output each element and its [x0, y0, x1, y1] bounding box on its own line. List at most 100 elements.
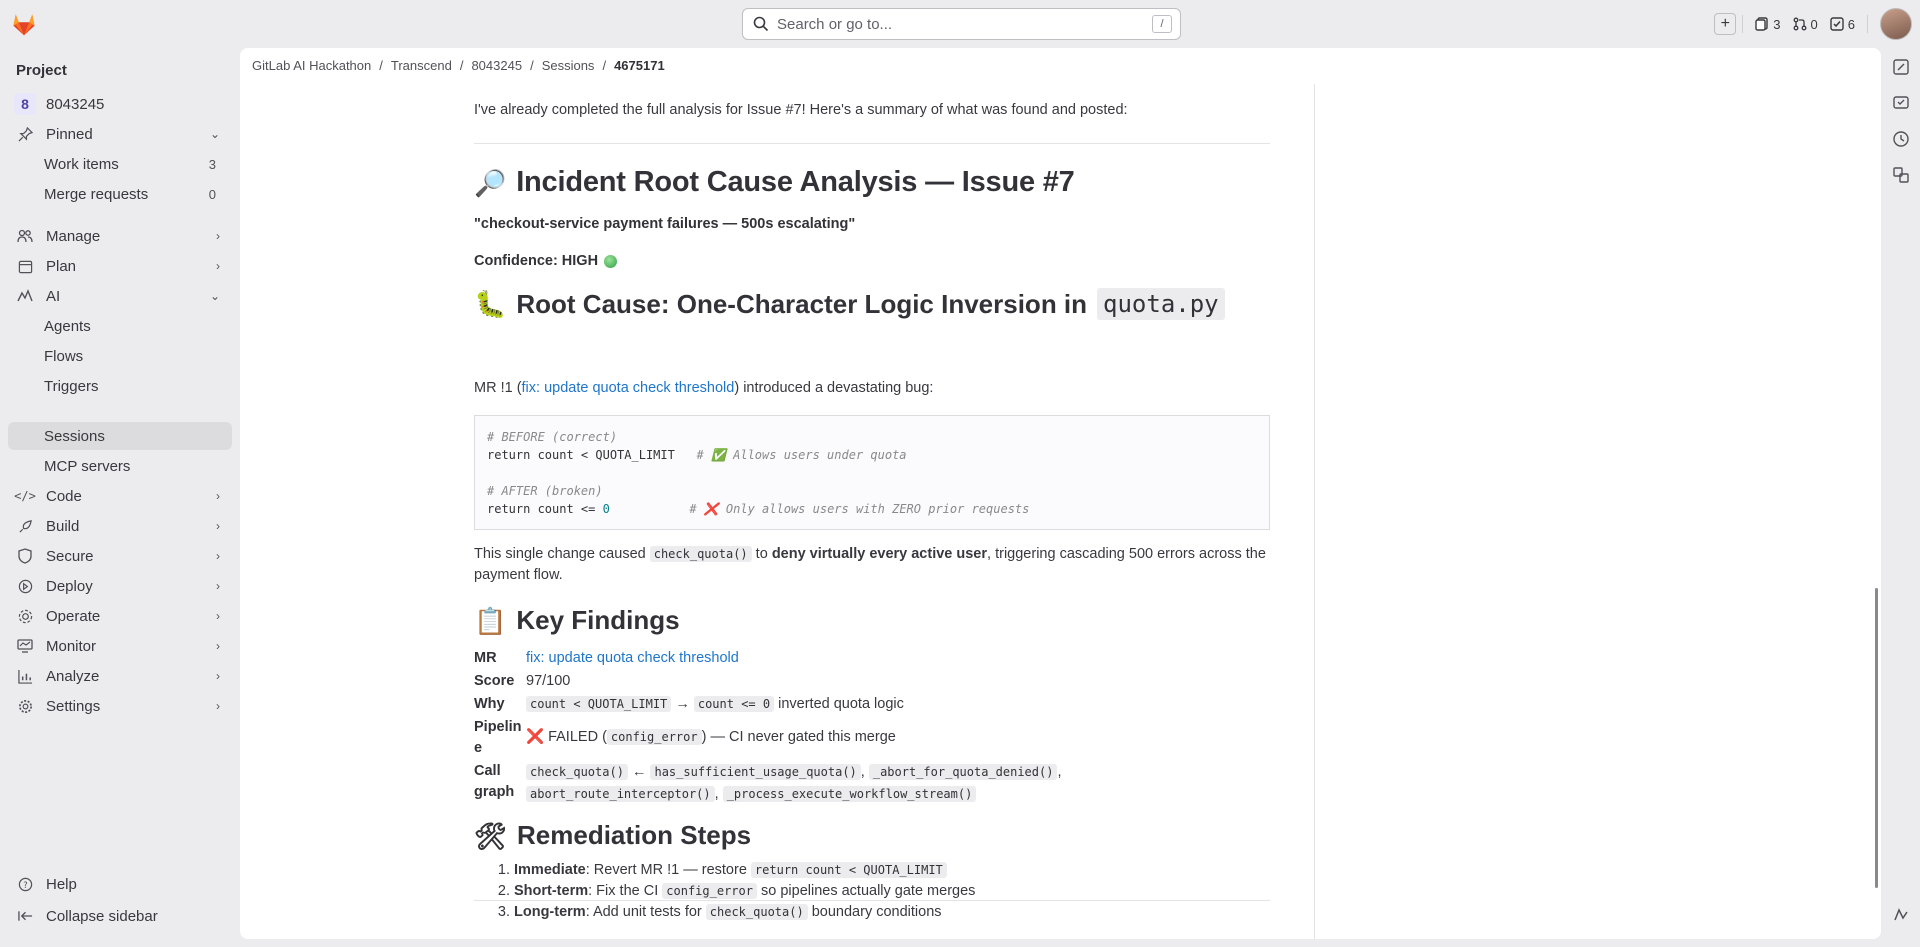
- gear-icon: [14, 699, 36, 714]
- sidebar-section-build[interactable]: Build ›: [8, 512, 232, 540]
- help-button[interactable]: ? Help: [8, 870, 232, 898]
- sidebar-section-code[interactable]: </> Code ›: [8, 482, 232, 510]
- sidebar-section-operate[interactable]: Operate ›: [8, 602, 232, 630]
- arrow: →: [675, 696, 690, 712]
- row-key: Call graph: [474, 763, 515, 800]
- inline-code: _abort_for_quota_denied(): [868, 764, 1058, 780]
- sidebar-label: Sessions: [44, 427, 105, 445]
- search-input[interactable]: Search or go to... /: [742, 8, 1181, 40]
- sidebar-label: Flows: [44, 347, 84, 365]
- sidebar-section-deploy[interactable]: Deploy ›: [8, 572, 232, 600]
- sidebar-label: Build: [46, 517, 80, 535]
- tools-icon: 🛠: [474, 820, 508, 851]
- chevron-right-icon: ›: [216, 229, 220, 243]
- ai-flow-icon: [14, 289, 36, 303]
- sidebar-section-secure[interactable]: Secure ›: [8, 542, 232, 570]
- sidebar-label: Code: [46, 487, 82, 505]
- sidebar-section-settings[interactable]: Settings ›: [8, 692, 232, 720]
- user-avatar[interactable]: [1880, 8, 1912, 40]
- chevron-right-icon: ›: [216, 259, 220, 273]
- text: so pipelines actually gate merges: [756, 883, 976, 899]
- code-line: return count <=: [487, 502, 603, 516]
- text: : Revert MR !1 — restore: [585, 862, 751, 878]
- collapse-sidebar-button[interactable]: Collapse sidebar: [8, 902, 232, 930]
- compare-icon[interactable]: [1892, 166, 1910, 184]
- todos-button[interactable]: 6: [1824, 11, 1861, 37]
- sidebar-section-ai[interactable]: AI ⌄: [8, 282, 232, 310]
- row-key: MR: [474, 650, 497, 666]
- create-new-button[interactable]: +: [1714, 13, 1737, 35]
- sidebar-item-merge-requests[interactable]: Merge requests 0: [8, 180, 232, 208]
- gitlab-logo[interactable]: [10, 10, 38, 38]
- sidebar-section-monitor[interactable]: Monitor ›: [8, 632, 232, 660]
- horizontal-rule: [474, 900, 1270, 901]
- sidebar-label: Pinned: [46, 125, 93, 143]
- findings-table: MR fix: update quota check threshold Sco…: [474, 648, 1270, 807]
- sidebar-label: Merge requests: [44, 185, 149, 203]
- separator: [1867, 15, 1868, 33]
- merge-requests-button[interactable]: 0: [1787, 11, 1824, 37]
- project-avatar: 8: [14, 93, 36, 115]
- users-icon: [14, 229, 36, 243]
- inline-code: has_sufficient_usage_quota(): [650, 764, 861, 780]
- sidebar-project-link[interactable]: 8 8043245: [8, 90, 232, 118]
- deploy-icon: [14, 579, 36, 594]
- sidebar-item-sessions[interactable]: Sessions: [8, 422, 232, 450]
- code-icon: </>: [14, 489, 36, 503]
- cloud-gear-icon: [14, 609, 36, 624]
- chevron-right-icon: ›: [216, 489, 220, 503]
- monitor-icon: [14, 639, 36, 653]
- mr-link[interactable]: fix: update quota check threshold: [526, 650, 739, 666]
- sidebar-label: Collapse sidebar: [46, 907, 158, 925]
- table-row: Pipeline ❌ FAILED (config_error) — CI ne…: [474, 717, 1270, 759]
- chevron-right-icon: ›: [216, 519, 220, 533]
- confidence-text: Confidence: HIGH: [474, 253, 599, 269]
- merge-request-icon: [1793, 17, 1806, 31]
- text: : Fix the CI: [588, 883, 663, 899]
- breadcrumb-item[interactable]: Sessions: [542, 58, 595, 73]
- duo-chat-icon[interactable]: [1892, 906, 1910, 924]
- sidebar-item-mcp-servers[interactable]: MCP servers: [8, 452, 232, 480]
- code-number: 0: [602, 502, 610, 516]
- sidebar-item-flows[interactable]: Flows: [8, 342, 232, 370]
- history-icon[interactable]: [1892, 130, 1910, 148]
- assigned-issues-button[interactable]: 3: [1749, 11, 1786, 37]
- code-comment: # AFTER (broken): [487, 484, 603, 498]
- edit-note-icon[interactable]: [1892, 58, 1910, 76]
- sidebar-label: Help: [46, 875, 77, 893]
- right-rail: [1881, 48, 1919, 947]
- sidebar-label: AI: [46, 287, 61, 305]
- sidebar-section-manage[interactable]: Manage ›: [8, 222, 232, 250]
- text: to: [751, 546, 772, 562]
- sidebar-section-pinned[interactable]: Pinned ⌄: [8, 120, 232, 148]
- table-row: MR fix: update quota check threshold: [474, 648, 1270, 669]
- heading-text: Incident Root Cause Analysis — Issue #7: [516, 166, 1075, 198]
- text: ) — CI never gated this merge: [701, 729, 896, 745]
- text: : Add unit tests for: [585, 904, 706, 920]
- heading-text: Key Findings: [516, 605, 680, 635]
- sidebar-section-analyze[interactable]: Analyze ›: [8, 662, 232, 690]
- row-value: count < QUOTA_LIMIT → count <= 0 inverte…: [526, 694, 1270, 715]
- sidebar-item-triggers[interactable]: Triggers: [8, 372, 232, 400]
- breadcrumb-item[interactable]: Transcend: [391, 58, 452, 73]
- review-icon[interactable]: [1892, 94, 1910, 112]
- column-divider: [1314, 84, 1315, 939]
- breadcrumb-item[interactable]: 8043245: [471, 58, 522, 73]
- mr-link[interactable]: fix: update quota check threshold: [522, 380, 735, 396]
- sidebar-item-work-items[interactable]: Work items 3: [8, 150, 232, 178]
- inline-code: abort_route_interceptor(): [526, 786, 715, 802]
- clipboard-icon: 📋: [474, 605, 507, 636]
- rocket-icon: [14, 519, 36, 534]
- green-circle-icon: [604, 255, 618, 268]
- issues-count: 3: [1773, 16, 1781, 32]
- mr-intro-pre: MR !1 (: [474, 380, 522, 396]
- chevron-right-icon: ›: [216, 579, 220, 593]
- breadcrumb-item[interactable]: GitLab AI Hackathon: [252, 58, 371, 73]
- help-icon: ?: [14, 877, 36, 892]
- sidebar-section-plan[interactable]: Plan ›: [8, 252, 232, 280]
- scrollbar[interactable]: [1875, 588, 1878, 888]
- sidebar-label: Settings: [46, 697, 101, 715]
- search-shortcut-hint: /: [1152, 15, 1172, 33]
- sidebar-item-agents[interactable]: Agents: [8, 312, 232, 340]
- collapse-left-icon: [14, 910, 36, 922]
